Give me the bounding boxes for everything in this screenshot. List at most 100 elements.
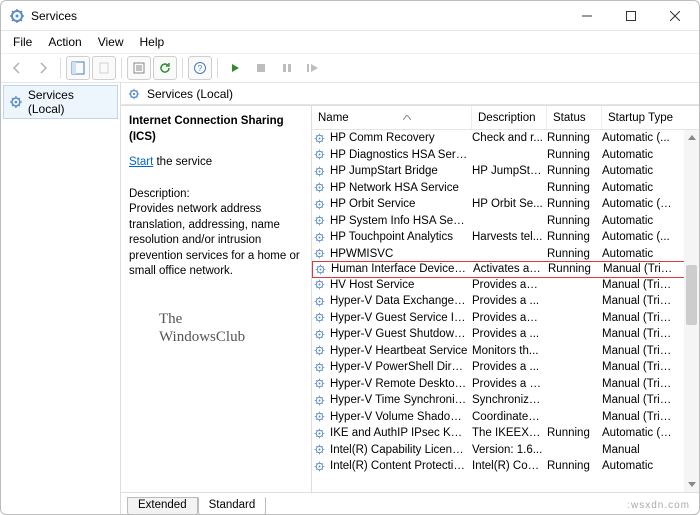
scroll-up-button[interactable] (684, 130, 699, 145)
cell-name: Hyper-V Guest Shutdown Service (330, 328, 472, 340)
service-row[interactable]: HP Network HSA ServiceRunningAutomatic (312, 180, 699, 197)
cell-name: HP Orbit Service (330, 198, 472, 210)
minimize-button[interactable] (565, 2, 609, 30)
service-row[interactable]: Intel(R) Capability Licensing Servi...Ve… (312, 442, 699, 459)
gear-icon (312, 198, 330, 211)
help-button[interactable]: ? (188, 56, 212, 80)
col-startup-type[interactable]: Startup Type (602, 106, 677, 129)
service-row[interactable]: HP Diagnostics HSA ServiceRunningAutomat… (312, 147, 699, 164)
show-hide-tree-button[interactable] (66, 56, 90, 80)
list-body[interactable]: HP Comm RecoveryCheck and r...RunningAut… (312, 130, 699, 492)
cell-status: Running (547, 215, 602, 227)
service-row[interactable]: HP Touchpoint AnalyticsHarvests tel...Ru… (312, 229, 699, 246)
cell-description: Provides a p... (472, 378, 547, 390)
cell-status: Running (547, 198, 602, 210)
separator (60, 58, 61, 78)
start-line: Start the service (129, 155, 301, 171)
cell-name: Hyper-V PowerShell Direct Service (330, 361, 472, 373)
cell-description: The IKEEXT ... (472, 427, 547, 439)
service-row[interactable]: Hyper-V Heartbeat ServiceMonitors th...M… (312, 343, 699, 360)
menu-file[interactable]: File (5, 33, 40, 51)
forward-button[interactable] (31, 56, 55, 80)
cell-description: Version: 1.6... (472, 444, 547, 456)
start-service-button[interactable] (223, 56, 247, 80)
service-row[interactable]: Hyper-V Remote Desktop Virtualiz...Provi… (312, 376, 699, 393)
scroll-thumb[interactable] (686, 265, 697, 325)
cell-startup-type: Manual (Trig... (602, 361, 677, 373)
cell-description: HP Orbit Se... (472, 198, 547, 210)
service-row[interactable]: HP Orbit ServiceHP Orbit Se...RunningAut… (312, 196, 699, 213)
service-row[interactable]: Hyper-V PowerShell Direct ServiceProvide… (312, 359, 699, 376)
cell-name: Hyper-V Remote Desktop Virtualiz... (330, 378, 472, 390)
menu-view[interactable]: View (90, 33, 132, 51)
properties-button[interactable] (127, 56, 151, 80)
footer-url: :wsxdn.com (627, 500, 690, 511)
start-link[interactable]: Start (129, 156, 153, 168)
service-row[interactable]: Human Interface Device ServiceActivates … (312, 261, 699, 278)
restart-service-button[interactable] (301, 56, 325, 80)
cell-startup-type: Automatic (T... (602, 198, 677, 210)
scroll-down-button[interactable] (684, 477, 699, 492)
tree-root-label: Services (Local) (28, 88, 113, 116)
export-list-button[interactable] (92, 56, 116, 80)
service-row[interactable]: HP JumpStart BridgeHP JumpSta...RunningA… (312, 163, 699, 180)
service-row[interactable]: HPWMISVCRunningAutomatic (312, 246, 699, 263)
cell-status: Running (547, 460, 602, 472)
menu-action[interactable]: Action (40, 33, 89, 51)
client-area: Services (Local) Services (Local) Intern… (1, 83, 699, 514)
gear-icon (312, 443, 330, 456)
tab-strip: Extended Standard (121, 492, 699, 514)
service-row[interactable]: Hyper-V Guest Shutdown ServiceProvides a… (312, 326, 699, 343)
cell-startup-type: Manual (Trig... (602, 378, 677, 390)
cell-name: HP JumpStart Bridge (330, 165, 472, 177)
cell-status: Running (547, 149, 602, 161)
cell-description: Monitors th... (472, 345, 547, 357)
cell-name: Hyper-V Heartbeat Service (330, 345, 472, 357)
right-header: Services (Local) (121, 83, 699, 105)
stop-service-button[interactable] (249, 56, 273, 80)
cell-name: Hyper-V Time Synchronization Se... (330, 394, 472, 406)
close-button[interactable] (653, 2, 697, 30)
col-description[interactable]: Description (472, 106, 547, 129)
gear-icon (8, 94, 24, 110)
service-row[interactable]: IKE and AuthIP IPsec Keying Modu...The I… (312, 425, 699, 442)
toolbar: ? (1, 53, 699, 83)
cell-name: HP Touchpoint Analytics (330, 231, 472, 243)
scroll-track[interactable] (684, 145, 699, 477)
back-button[interactable] (5, 56, 29, 80)
tab-extended[interactable]: Extended (127, 497, 198, 515)
service-row[interactable]: Intel(R) Content Protection HDCP ...Inte… (312, 458, 699, 475)
service-row[interactable]: Hyper-V Guest Service InterfaceProvides … (312, 310, 699, 327)
selected-service-name: Internet Connection Sharing (ICS) (129, 114, 301, 145)
tree-root-services-local[interactable]: Services (Local) (3, 85, 118, 119)
cell-description: Provides a ... (472, 361, 547, 373)
service-list: Name Description Status Startup Type HP … (311, 106, 699, 492)
maximize-button[interactable] (609, 2, 653, 30)
cell-startup-type: Manual (602, 444, 677, 456)
vertical-scrollbar[interactable] (684, 130, 699, 492)
cell-description: Provides a ... (472, 328, 547, 340)
cell-startup-type: Automatic (602, 460, 677, 472)
cell-startup-type: Automatic (602, 149, 677, 161)
col-name[interactable]: Name (312, 106, 472, 129)
service-row[interactable]: Hyper-V Volume Shadow Copy Re...Coordina… (312, 409, 699, 426)
detail-and-list: Internet Connection Sharing (ICS) Start … (121, 105, 699, 492)
cell-startup-type: Manual (Trig... (602, 295, 677, 307)
refresh-button[interactable] (153, 56, 177, 80)
pause-service-button[interactable] (275, 56, 299, 80)
gear-icon (313, 263, 331, 276)
svg-text:?: ? (198, 64, 203, 73)
service-row[interactable]: Hyper-V Time Synchronization Se...Synchr… (312, 392, 699, 409)
right-header-title: Services (Local) (147, 87, 233, 101)
service-row[interactable]: HP Comm RecoveryCheck and r...RunningAut… (312, 130, 699, 147)
service-row[interactable]: HP System Info HSA ServiceRunningAutomat… (312, 213, 699, 230)
service-row[interactable]: HV Host ServiceProvides an ...Manual (Tr… (312, 277, 699, 294)
service-row[interactable]: Hyper-V Data Exchange ServiceProvides a … (312, 293, 699, 310)
cell-description: HP JumpSta... (472, 165, 547, 177)
menu-help[interactable]: Help (132, 33, 173, 51)
cell-startup-type: Manual (Trig... (602, 411, 677, 423)
col-status[interactable]: Status (547, 106, 602, 129)
gear-icon (312, 460, 330, 473)
tab-standard[interactable]: Standard (198, 497, 267, 515)
gear-icon (312, 427, 330, 440)
